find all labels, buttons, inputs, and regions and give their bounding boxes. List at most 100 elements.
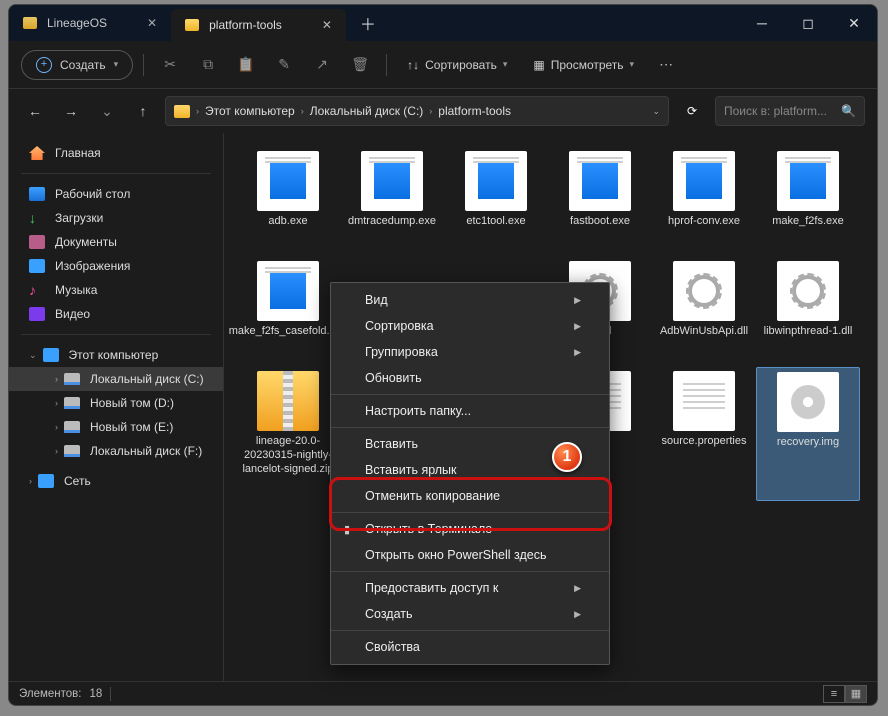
tab-lineageos[interactable]: LineageOS ✕ xyxy=(9,5,171,41)
chevron-right-icon[interactable]: › xyxy=(55,374,58,384)
ctx-label: Вставить xyxy=(365,437,418,451)
ctx-create[interactable]: Создать▶ xyxy=(331,601,609,627)
back-button[interactable]: ← xyxy=(21,103,49,119)
ctx-label: Сортировка xyxy=(365,319,434,333)
sidebar-video[interactable]: Видео xyxy=(9,302,223,326)
ctx-undo-copy[interactable]: Отменить копирование xyxy=(331,483,609,509)
ctx-label: Открыть в Терминале xyxy=(365,522,492,536)
file-item[interactable]: lineage-20.0-20230315-nightly-lancelot-s… xyxy=(236,367,340,501)
file-item[interactable]: AdbWinUsbApi.dll xyxy=(652,257,756,367)
file-label: source.properties xyxy=(662,435,747,449)
sidebar-diskf[interactable]: › Локальный диск (F:) xyxy=(9,439,223,463)
close-icon[interactable]: ✕ xyxy=(147,16,157,30)
ctx-view[interactable]: Вид▶ xyxy=(331,287,609,313)
rename-icon[interactable]: ✎ xyxy=(268,49,300,81)
file-label: lineage-20.0-20230315-nightly-lancelot-s… xyxy=(240,435,336,476)
sidebar-home[interactable]: Главная xyxy=(9,141,223,165)
share-icon[interactable]: ↗ xyxy=(306,49,338,81)
more-button[interactable]: ⋯ xyxy=(650,49,682,81)
sidebar-diskc[interactable]: ›Локальный диск (C:) xyxy=(9,367,223,391)
close-button[interactable]: ✕ xyxy=(831,5,877,41)
minimize-button[interactable]: ─ xyxy=(739,5,785,41)
ctx-refresh[interactable]: Обновить xyxy=(331,365,609,391)
sidebar-downloads[interactable]: ↓Загрузки xyxy=(9,206,223,230)
paste-icon[interactable]: 📋 xyxy=(230,49,262,81)
disk-icon xyxy=(64,445,80,457)
sidebar-label: Видео xyxy=(55,307,90,321)
crumb-diskc[interactable]: Локальный диск (C:) xyxy=(310,104,424,118)
ctx-sort[interactable]: Сортировка▶ xyxy=(331,313,609,339)
separator xyxy=(21,334,211,335)
ctx-open-powershell[interactable]: Открыть окно PowerShell здесь xyxy=(331,542,609,568)
sidebar-desktop[interactable]: Рабочий стол xyxy=(9,182,223,206)
file-item[interactable]: source.properties xyxy=(652,367,756,501)
ctx-group[interactable]: Группировка▶ xyxy=(331,339,609,365)
chevron-right-icon: ▶ xyxy=(574,347,581,358)
search-input[interactable]: Поиск в: platform... 🔍 xyxy=(715,96,865,126)
delete-icon[interactable]: 🗑 xyxy=(344,49,376,81)
recent-button[interactable]: ⌄ xyxy=(93,103,121,120)
chevron-right-icon[interactable]: › xyxy=(55,422,58,432)
file-label: AdbWinUsbApi.dll xyxy=(660,325,748,339)
exe-icon xyxy=(361,151,423,211)
sidebar-label: Локальный диск (F:) xyxy=(90,444,202,458)
sidebar-diskd[interactable]: ›Новый том (D:) xyxy=(9,391,223,415)
file-item[interactable]: make_f2fs.exe xyxy=(756,147,860,257)
file-item[interactable]: dmtracedump.exe xyxy=(340,147,444,257)
annotation-marker: 1 xyxy=(552,442,582,472)
chevron-right-icon: › xyxy=(196,106,199,116)
chevron-right-icon[interactable]: › xyxy=(55,398,58,408)
file-item[interactable]: etc1tool.exe xyxy=(444,147,548,257)
ctx-customize[interactable]: Настроить папку... xyxy=(331,398,609,424)
crumb-folder[interactable]: platform-tools xyxy=(438,104,511,118)
crumb-thispc[interactable]: Этот компьютер xyxy=(205,104,295,118)
details-view-button[interactable]: ≡ xyxy=(823,685,845,703)
tab-platform-tools[interactable]: platform-tools ✕ xyxy=(171,9,346,41)
file-item[interactable]: make_f2fs_casefold.exe xyxy=(236,257,340,367)
chevron-down-icon: ▾ xyxy=(114,59,119,70)
file-label: fastboot.exe xyxy=(570,215,630,229)
forward-button[interactable]: → xyxy=(57,103,85,119)
ctx-properties[interactable]: Свойства xyxy=(331,634,609,660)
cut-icon[interactable]: ✂ xyxy=(154,49,186,81)
file-label: adb.exe xyxy=(268,215,307,229)
maximize-button[interactable]: ◻ xyxy=(785,5,831,41)
chevron-down-icon[interactable]: ⌄ xyxy=(652,106,660,117)
breadcrumb[interactable]: › Этот компьютер › Локальный диск (C:) ›… xyxy=(165,96,669,126)
refresh-button[interactable]: ⟳ xyxy=(677,104,707,118)
tab-label: platform-tools xyxy=(209,18,282,32)
search-icon: 🔍 xyxy=(841,104,856,118)
sidebar-network[interactable]: ›Сеть xyxy=(9,469,223,493)
create-button[interactable]: + Создать ▾ xyxy=(21,50,133,80)
chevron-right-icon[interactable]: › xyxy=(29,476,32,486)
chevron-right-icon[interactable]: › xyxy=(55,446,58,456)
separator xyxy=(331,427,609,428)
sidebar-label: Музыка xyxy=(55,283,97,297)
separator xyxy=(386,54,387,76)
close-icon[interactable]: ✕ xyxy=(322,18,332,32)
sidebar-label: Загрузки xyxy=(55,211,103,225)
video-icon xyxy=(29,307,45,321)
copy-icon[interactable]: ⧉ xyxy=(192,49,224,81)
folder-icon xyxy=(23,17,37,29)
exe-icon xyxy=(465,151,527,211)
file-item[interactable]: fastboot.exe xyxy=(548,147,652,257)
new-tab-button[interactable]: ＋ xyxy=(346,5,390,41)
sidebar-documents[interactable]: Документы xyxy=(9,230,223,254)
ctx-open-terminal[interactable]: ▮Открыть в Терминале xyxy=(331,516,609,542)
file-item[interactable]: hprof-conv.exe xyxy=(652,147,756,257)
view-button[interactable]: ▦ Просмотреть ▾ xyxy=(523,58,644,72)
sidebar-diske[interactable]: ›Новый том (E:) xyxy=(9,415,223,439)
chevron-down-icon[interactable]: ⌄ xyxy=(29,350,37,361)
file-item-selected[interactable]: recovery.img xyxy=(756,367,860,501)
file-item[interactable]: adb.exe xyxy=(236,147,340,257)
ctx-give-access[interactable]: Предоставить доступ к▶ xyxy=(331,575,609,601)
sidebar-thispc[interactable]: ⌄Этот компьютер xyxy=(9,343,223,367)
ctx-label: Обновить xyxy=(365,371,422,385)
sort-button[interactable]: ↑↓ Сортировать ▾ xyxy=(397,58,517,72)
icons-view-button[interactable]: ▦ xyxy=(845,685,867,703)
sidebar-pictures[interactable]: Изображения xyxy=(9,254,223,278)
file-item[interactable]: libwinpthread-1.dll xyxy=(756,257,860,367)
sidebar-music[interactable]: ♪Музыка xyxy=(9,278,223,302)
up-button[interactable]: ↑ xyxy=(129,103,157,119)
